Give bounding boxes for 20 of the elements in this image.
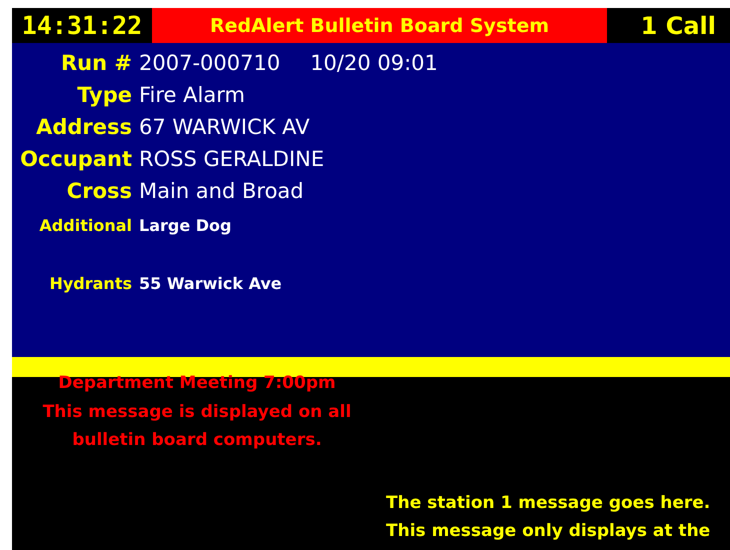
field-label: Address [35,115,132,139]
field-label: Type [76,83,132,107]
call-count: 1 Call [640,10,717,42]
field-label: Additional [38,216,132,234]
field-value: 67 WARWICK AV [139,115,310,139]
field-label: Run # [60,51,132,75]
field-value: Large Dog [139,216,232,234]
field-label: Hydrants [48,274,132,292]
field-label: Cross [66,179,132,203]
field-label: Occupant [19,147,132,171]
field-value: 2007-000710 [139,51,280,75]
department-message: Department Meeting 7:00pm This message is displayed on all bulletin board computers. [42,372,352,452]
clock: 14:31:22 [20,10,144,42]
field-value: Main and Broad [139,179,304,203]
station-message: The station 1 message goes here. This message only displays at the [386,492,712,543]
field-value: ROSS GERALDINE [139,147,324,171]
field-value: Fire Alarm [139,83,245,107]
field-value: 10/20 09:01 [310,51,438,75]
system-title: RedAlert Bulletin Board System [152,8,607,43]
field-value: 55 Warwick Ave [139,274,282,292]
